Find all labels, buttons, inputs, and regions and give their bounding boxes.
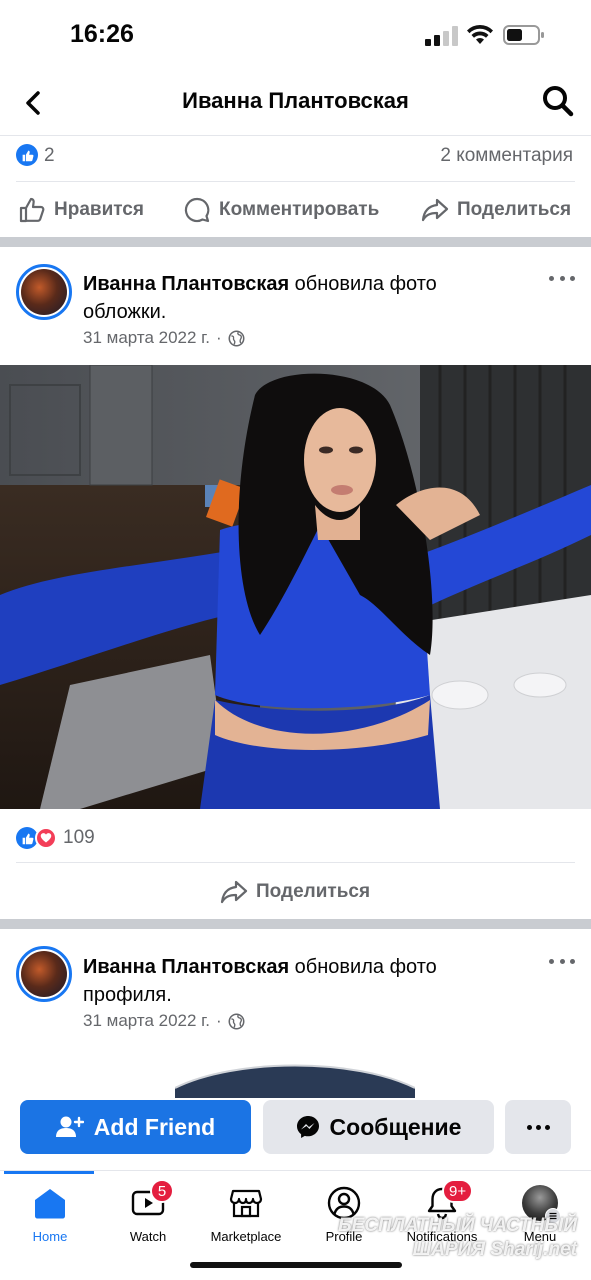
section-divider (0, 237, 591, 247)
section-divider (0, 919, 591, 929)
meta-separator: · (216, 328, 222, 347)
tab-watch[interactable]: 5 Watch (98, 1179, 198, 1249)
watermark-line: БЕСПЛАТНЫЙ ЧАСТНЫЙ (338, 1215, 577, 1236)
meta-separator: · (216, 1011, 222, 1030)
author-name[interactable]: Иванна Плантовская (83, 273, 289, 295)
previous-post-actions: Нравится Комментировать Поделиться (0, 182, 591, 238)
reaction-count: 109 (63, 827, 95, 848)
comment-button[interactable]: Комментировать (183, 182, 379, 238)
author-name[interactable]: Иванна Плантовская (83, 956, 289, 978)
share-arrow-icon (220, 880, 248, 904)
watermark-line: Sharij.net (490, 1239, 577, 1260)
post-more-button[interactable] (549, 268, 575, 288)
share-label: Поделиться (256, 881, 371, 902)
cellular-signal-icon (425, 26, 458, 46)
profile-more-button[interactable] (505, 1100, 571, 1154)
post-actions: Поделиться (0, 864, 591, 920)
tab-label: Marketplace (210, 1229, 282, 1244)
cover-photo[interactable] (0, 365, 591, 809)
active-tab-indicator (4, 1171, 94, 1174)
notification-badge: 9+ (442, 1179, 474, 1203)
divider (16, 862, 575, 863)
notification-badge: 5 (150, 1179, 174, 1203)
watermark-line: ШАРИЯ (412, 1239, 486, 1260)
status-time: 16:26 (70, 20, 134, 48)
add-person-icon (55, 1116, 84, 1137)
share-label: Поделиться (457, 199, 572, 220)
tab-label: Home (32, 1229, 68, 1244)
share-button[interactable]: Поделиться (421, 182, 571, 238)
like-button[interactable]: Нравится (18, 182, 144, 238)
page-header: Иванна Плантовская (0, 70, 591, 136)
message-label: Сообщение (329, 1113, 462, 1140)
profile-photo-preview[interactable] (175, 1058, 415, 1098)
cover-photo-image (0, 365, 591, 809)
like-reaction-icon (16, 144, 38, 166)
love-reaction-icon (35, 827, 57, 849)
post-meta: 31 марта 2022 г. · (83, 328, 245, 348)
comment-bubble-icon (184, 197, 210, 223)
status-bar: 16:26 (0, 0, 591, 70)
store-icon (229, 1189, 263, 1218)
comment-count[interactable]: 2 комментария (440, 145, 573, 167)
wifi-icon (467, 24, 493, 44)
like-count[interactable]: 2 (44, 145, 55, 167)
share-button[interactable]: Поделиться (220, 864, 370, 920)
post-header-text: Иванна Плантовская обновила фото обложки… (83, 270, 503, 326)
share-arrow-icon (421, 198, 449, 222)
post-date[interactable]: 31 марта 2022 г. (83, 328, 210, 348)
post-date[interactable]: 31 марта 2022 г. (83, 1011, 210, 1031)
post-header-text: Иванна Плантовская обновила фото профиля… (83, 953, 503, 1009)
tab-marketplace[interactable]: Marketplace (196, 1185, 296, 1249)
author-avatar[interactable] (16, 264, 72, 320)
battery-icon (503, 25, 544, 45)
post-reactions[interactable]: 109 (16, 824, 95, 852)
globe-icon (228, 330, 245, 346)
post-meta: 31 марта 2022 г. · (83, 1011, 245, 1031)
page-title: Иванна Плантовская (182, 88, 409, 113)
tab-home[interactable]: Home (0, 1185, 100, 1249)
globe-icon (228, 1013, 245, 1029)
comment-label: Комментировать (219, 199, 380, 220)
like-label: Нравится (54, 199, 144, 220)
author-avatar[interactable] (16, 946, 72, 1002)
watermark: БЕСПЛАТНЫЙ ЧАСТНЫЙ ШАРИЯ Sharij.net (338, 1214, 577, 1262)
search-icon[interactable] (541, 84, 575, 118)
post-more-button[interactable] (549, 951, 575, 971)
previous-post-reactions: 2 2 комментария (0, 137, 591, 181)
add-friend-button[interactable]: Add Friend (20, 1100, 251, 1154)
thumbs-up-icon (19, 197, 45, 223)
add-friend-label: Add Friend (93, 1113, 216, 1140)
home-indicator (190, 1262, 402, 1268)
messenger-icon (296, 1116, 319, 1138)
home-icon (35, 1189, 65, 1219)
message-button[interactable]: Сообщение (263, 1100, 494, 1154)
tab-label: Watch (129, 1229, 167, 1244)
